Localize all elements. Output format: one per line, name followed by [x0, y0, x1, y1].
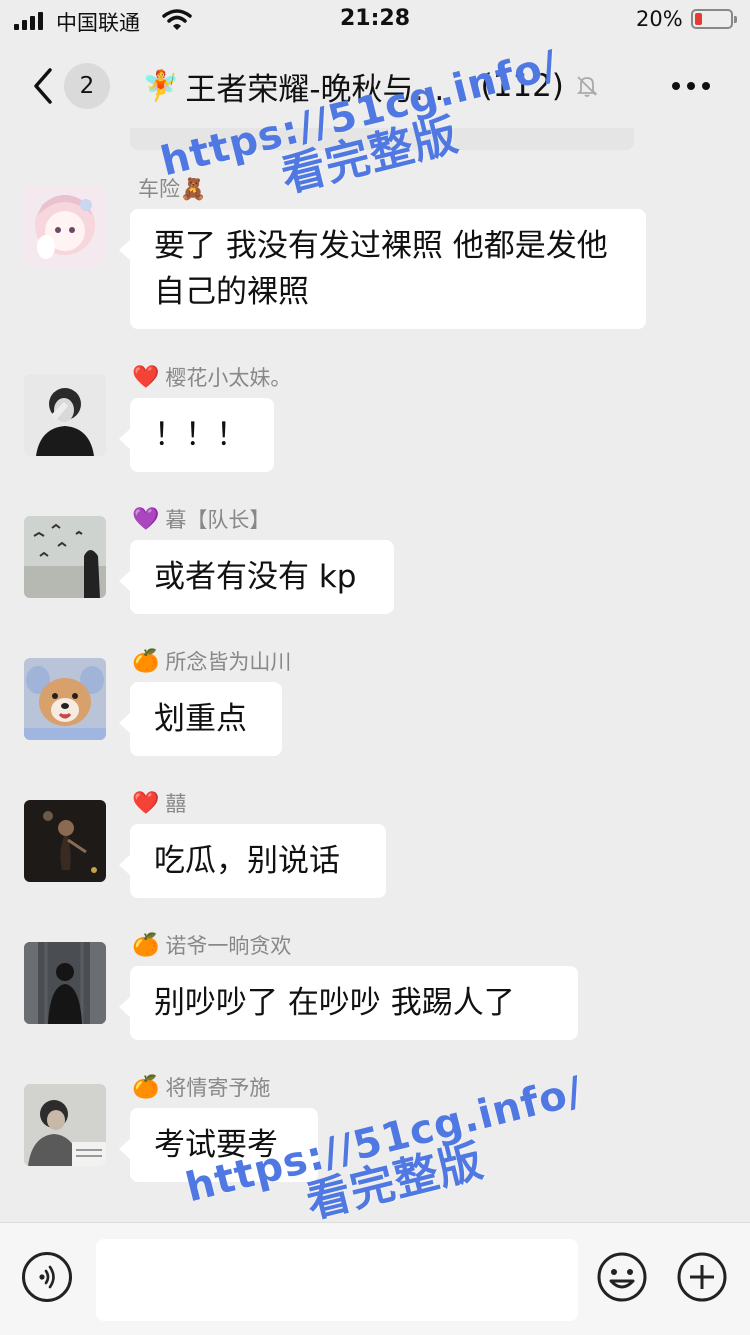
- message-input[interactable]: [96, 1239, 578, 1321]
- message-bubble[interactable]: ！！！: [119, 398, 274, 472]
- anime-girl-avatar[interactable]: [24, 185, 106, 267]
- man-silhouette-avatar[interactable]: [24, 942, 106, 1024]
- heart-icon: ❤️: [132, 364, 160, 390]
- battery-percent: 20%: [636, 7, 683, 31]
- fairy-emoji-icon: 🧚: [142, 68, 180, 104]
- message-bubble[interactable]: 要了 我没有发过裸照 他都是发他自己的裸照: [119, 209, 646, 329]
- sender-name: ❤️ 囍: [132, 790, 187, 817]
- plus-icon[interactable]: [676, 1251, 728, 1303]
- dancer-avatar[interactable]: [24, 800, 106, 882]
- sender-name: 🍊 所念皆为山川: [132, 648, 292, 675]
- battery-icon: [691, 9, 737, 29]
- message-bubble[interactable]: 吃瓜，别说话: [119, 824, 386, 898]
- orange-icon: 🍊: [132, 648, 160, 674]
- orange-icon: 🍊: [132, 1074, 160, 1100]
- sender-name: 🍊 诺爷一晌贪欢: [132, 932, 292, 959]
- unread-count-badge[interactable]: 2: [64, 63, 110, 109]
- back-chevron-icon[interactable]: [28, 66, 58, 106]
- sender-name: 💜 暮【队长】: [132, 506, 271, 533]
- message-bubble[interactable]: 或者有没有 kp: [119, 540, 394, 614]
- dog-avatar[interactable]: [24, 658, 106, 740]
- boy-desk-avatar[interactable]: [24, 1084, 106, 1166]
- sender-name: 🍊 将情寄予施: [132, 1074, 271, 1101]
- emoji-icon[interactable]: [596, 1251, 648, 1303]
- girl-bw-avatar[interactable]: [24, 374, 106, 456]
- orange-icon: 🍊: [132, 932, 160, 958]
- message-input-bar: [0, 1222, 750, 1335]
- message-bubble[interactable]: 别吵吵了 在吵吵 我踢人了: [119, 966, 578, 1040]
- heart-icon: ❤️: [132, 790, 160, 816]
- birds-avatar[interactable]: [24, 516, 106, 598]
- status-bar: 中国联通 21:28 20%: [0, 0, 750, 40]
- more-options-icon[interactable]: [672, 82, 710, 90]
- purple-heart-icon: 💜: [132, 506, 160, 532]
- sender-name: ❤️ 樱花小太妹。: [132, 364, 292, 391]
- voice-input-icon[interactable]: [22, 1252, 72, 1302]
- message-bubble[interactable]: 划重点: [119, 682, 282, 756]
- chat-message-list[interactable]: · · · 车险🧸 要了 我没有发过裸照 他都是发他自己的裸照: [0, 128, 750, 1222]
